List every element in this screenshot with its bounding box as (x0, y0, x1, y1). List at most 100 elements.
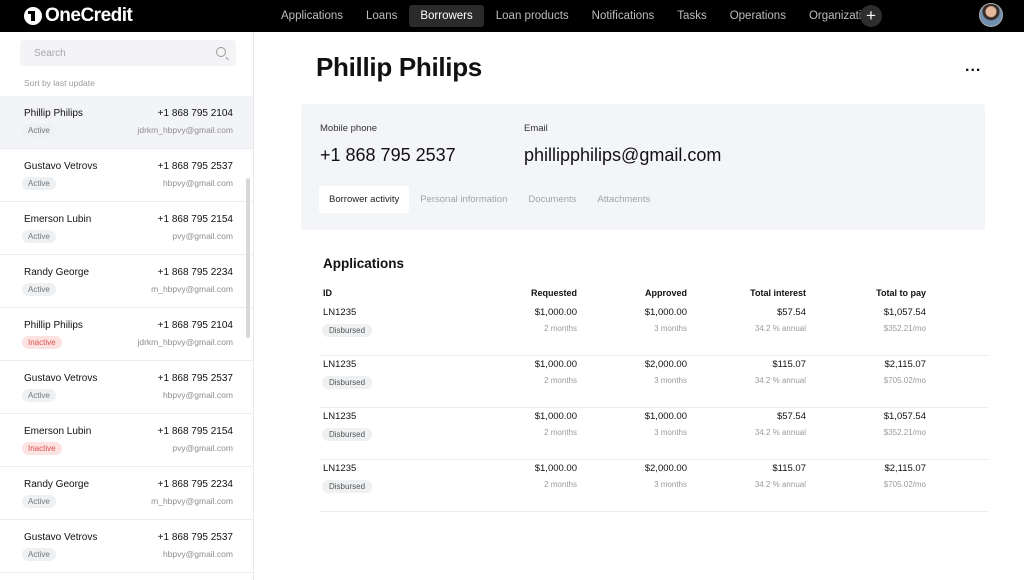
application-id[interactable]: LN1235 (323, 463, 356, 474)
borrower-phone: +1 868 795 2104 (157, 108, 233, 119)
interest-rate: 34.2 % annual (754, 324, 806, 333)
monthly-payment: $352.21/mo (883, 324, 926, 333)
nav-item-loans[interactable]: Loans (355, 5, 408, 27)
more-options-button[interactable]: ... (965, 58, 981, 76)
borrower-list-item[interactable]: Emerson Lubin +1 868 795 2154 Inactive pvy@… (0, 414, 253, 467)
column-header-approved: Approved (644, 288, 687, 298)
borrower-list-item[interactable]: Phillip Philips +1 868 795 2104 Active jdrk… (0, 96, 253, 149)
status-badge: Inactive (22, 336, 62, 349)
approved-term: 3 months (654, 324, 687, 333)
app-logo[interactable]: OneCredit (24, 5, 133, 27)
search-icon[interactable] (216, 47, 226, 57)
status-badge: Inactive (22, 442, 62, 455)
requested-term: 2 months (544, 428, 577, 437)
borrower-list-item[interactable]: Randy George +1 868 795 2234 Active m_hbpvy… (0, 467, 253, 520)
status-badge: Active (22, 283, 56, 296)
sidebar-scrollbar[interactable] (246, 178, 250, 338)
tab-borrower-activity[interactable]: Borrower activity (319, 186, 410, 213)
requested-amount: $1,000.00 (534, 359, 577, 370)
borrower-list-item[interactable]: Gustavo Vetrovs +1 868 795 2537 Active hbpv… (0, 520, 253, 573)
approved-term: 3 months (654, 376, 687, 385)
borrower-phone: +1 868 795 2234 (157, 479, 233, 490)
sort-label[interactable]: Sort by last update (24, 78, 95, 88)
monthly-payment: $352.21/mo (883, 428, 926, 437)
table-row[interactable]: LN1235 Disbursed $1,000.00 2 months $1,000.0… (320, 304, 988, 356)
applications-table: ID Requested Approved Total interest Tot… (320, 284, 988, 512)
borrower-phone: +1 868 795 2537 (157, 532, 233, 543)
page-title: Phillip Philips (316, 52, 482, 82)
application-id[interactable]: LN1235 (323, 411, 356, 422)
table-body: LN1235 Disbursed $1,000.00 2 months $1,000.0… (320, 304, 988, 512)
borrower-email: hbpvy@gmail.com (162, 178, 233, 188)
total-interest: $115.07 (772, 463, 806, 474)
monthly-payment: $705.02/mo (883, 376, 926, 385)
borrower-email: hbpvy@gmail.com (162, 549, 233, 559)
mobile-phone-label: Mobile phone (320, 123, 378, 134)
tab-attachments[interactable]: Attachments (587, 186, 660, 213)
borrower-name: Randy George (24, 479, 90, 490)
column-header-total-to-pay: Total to pay (876, 288, 926, 298)
total-interest: $115.07 (772, 359, 806, 370)
main-nav: Applications Loans Borrowers Loan products N… (270, 0, 886, 32)
requested-term: 2 months (544, 480, 577, 489)
user-avatar[interactable] (979, 3, 1003, 27)
borrower-info-card: Mobile phone +1 868 795 2537 Email phill… (301, 104, 985, 230)
borrower-name: Gustavo Vetrovs (24, 532, 98, 543)
borrower-email: m_hbpvy@gmail.com (151, 284, 233, 294)
approved-amount: $1,000.00 (644, 411, 687, 422)
application-id[interactable]: LN1235 (323, 307, 356, 318)
status-badge: Disbursed (322, 324, 373, 337)
nav-item-notifications[interactable]: Notifications (581, 5, 666, 27)
nav-item-loan-products[interactable]: Loan products (485, 5, 580, 27)
total-interest: $57.54 (776, 411, 806, 422)
borrower-list: Phillip Philips +1 868 795 2104 Active jdrk… (0, 96, 253, 573)
search-input[interactable] (20, 40, 200, 66)
borrower-list-item[interactable]: Gustavo Vetrovs +1 868 795 2537 Active hbpv… (0, 149, 253, 202)
borrower-list-item[interactable]: Phillip Philips +1 868 795 2104 Inactive jd… (0, 308, 253, 361)
table-header: ID Requested Approved Total interest Tot… (320, 284, 988, 304)
borrower-phone: +1 868 795 2104 (157, 320, 233, 331)
borrower-email: hbpvy@gmail.com (162, 390, 233, 400)
status-badge: Active (22, 495, 56, 508)
nav-item-borrowers[interactable]: Borrowers (409, 5, 484, 27)
total-to-pay: $2,115.07 (884, 463, 926, 474)
email-label: Email (524, 123, 548, 134)
tab-personal-information[interactable]: Personal information (410, 186, 517, 213)
borrower-name: Phillip Philips (24, 108, 83, 119)
nav-item-operations[interactable]: Operations (719, 5, 797, 27)
borrower-phone: +1 868 795 2154 (157, 214, 233, 225)
monthly-payment: $705.02/mo (883, 480, 926, 489)
borrowers-sidebar: Sort by last update Phillip Philips +1 86… (0, 32, 254, 580)
nav-item-applications[interactable]: Applications (270, 5, 354, 27)
status-badge: Disbursed (322, 376, 373, 389)
requested-term: 2 months (544, 376, 577, 385)
column-header-total-interest: Total interest (750, 288, 806, 298)
approved-term: 3 months (654, 480, 687, 489)
mobile-phone-value: +1 868 795 2537 (320, 145, 456, 165)
borrower-phone: +1 868 795 2154 (157, 426, 233, 437)
tab-documents[interactable]: Documents (518, 186, 586, 213)
top-navigation-bar: OneCredit Applications Loans Borrowers Loan… (0, 0, 1024, 32)
table-row[interactable]: LN1235 Disbursed $1,000.00 2 months $1,000.0… (320, 408, 988, 460)
application-id[interactable]: LN1235 (323, 359, 356, 370)
borrower-email: m_hbpvy@gmail.com (151, 496, 233, 506)
status-badge: Disbursed (322, 480, 373, 493)
table-row[interactable]: LN1235 Disbursed $1,000.00 2 months $2,000.0… (320, 460, 988, 512)
borrower-email: pvy@gmail.com (172, 231, 233, 241)
borrower-name: Gustavo Vetrovs (24, 373, 98, 384)
requested-amount: $1,000.00 (534, 307, 577, 318)
borrower-list-item[interactable]: Emerson Lubin +1 868 795 2154 Active pvy@gm… (0, 202, 253, 255)
borrower-phone: +1 868 795 2537 (157, 161, 233, 172)
approved-term: 3 months (654, 428, 687, 437)
interest-rate: 34.2 % annual (754, 376, 806, 385)
borrower-list-item[interactable]: Gustavo Vetrovs +1 868 795 2537 Active hbpv… (0, 361, 253, 414)
approved-amount: $1,000.00 (644, 307, 687, 318)
status-badge: Active (22, 177, 56, 190)
borrower-phone: +1 868 795 2537 (157, 373, 233, 384)
add-new-button[interactable]: + (860, 5, 882, 27)
table-row[interactable]: LN1235 Disbursed $1,000.00 2 months $2,000.0… (320, 356, 988, 408)
nav-item-tasks[interactable]: Tasks (666, 5, 717, 27)
borrower-list-item[interactable]: Randy George +1 868 795 2234 Active m_hbpvy… (0, 255, 253, 308)
borrower-email: pvy@gmail.com (172, 443, 233, 453)
borrower-name: Emerson Lubin (24, 426, 92, 437)
